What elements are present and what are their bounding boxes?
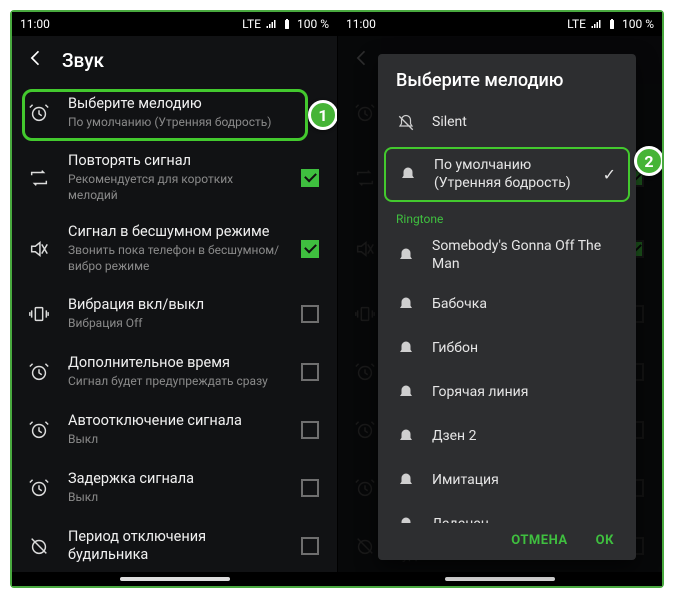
cancel-button[interactable]: ОТМЕНА (511, 533, 567, 548)
ringtone-item-3[interactable]: Горячая линия (378, 371, 636, 415)
bell-icon (398, 166, 418, 184)
mute-icon (24, 238, 54, 260)
checkbox[interactable] (301, 363, 319, 381)
status-battery: 100 % (297, 17, 329, 31)
settings-row-0[interactable]: Выберите мелодию По умолчанию (Утренняя б… (12, 84, 337, 142)
nav-bar (12, 572, 337, 586)
settings-row-6[interactable]: Задержка сигнала Выкл (12, 459, 337, 517)
settings-row-7[interactable]: Период отключения будильника (12, 517, 337, 575)
alarm-icon (24, 361, 54, 383)
status-bar: 11:00 LTE 100 % (12, 12, 337, 36)
bell-icon (396, 428, 416, 446)
bell-icon (396, 472, 416, 490)
ringtone-label: Горячая линия (432, 384, 618, 402)
left-phone: 11:00 LTE 100 % Звук Выберите мелодию По … (12, 12, 337, 586)
ringtone-label: По умолчанию (Утренняя бодрость) (434, 157, 587, 192)
checkbox[interactable] (301, 169, 319, 187)
checkbox[interactable] (301, 537, 319, 555)
ringtone-label: Somebody's Gonna Off The Man (432, 238, 618, 273)
nav-bar (338, 572, 662, 586)
ringtone-item-5[interactable]: Имитация (378, 459, 636, 503)
checkbox[interactable] (301, 479, 319, 497)
ringtone-item-0[interactable]: Somebody's Gonna Off The Man (378, 228, 636, 283)
battery-icon (281, 18, 293, 30)
dialog-body: Silent По умолчанию (Утренняя бодрость) … (378, 101, 636, 523)
alarm-icon (24, 477, 54, 499)
ringtone-dialog: Выберите мелодию Silent По умолчанию (Ут… (378, 54, 636, 560)
bell-off-icon (396, 114, 416, 132)
title-bar: Звук (12, 36, 337, 84)
settings-row-1[interactable]: Повторять сигнал Рекомендуется для коротк… (12, 142, 337, 213)
row-subtitle: Звонить пока телефон в бесшумном/вибро р… (68, 243, 283, 274)
vibrate-icon (24, 303, 54, 325)
status-bar: 11:00 LTE 100 % (338, 12, 662, 36)
bell-icon (396, 384, 416, 402)
status-battery: 100 % (622, 17, 654, 31)
row-title: Автоотключение сигнала (68, 412, 283, 430)
row-title: Период отключения будильника (68, 528, 283, 564)
settings-row-5[interactable]: Автоотключение сигнала Выкл (12, 401, 337, 459)
settings-row-4[interactable]: Дополнительное время Сигнал будет предупр… (12, 343, 337, 401)
row-title: Задержка сигнала (68, 470, 283, 488)
row-title: Дополнительное время (68, 354, 283, 372)
checkbox[interactable] (301, 240, 319, 258)
row-subtitle: Выкл (68, 490, 283, 506)
ringtone-silent[interactable]: Silent (378, 101, 636, 145)
ringtone-label: Бабочка (432, 296, 618, 314)
row-title: Повторять сигнал (68, 152, 283, 170)
ringtone-item-1[interactable]: Бабочка (378, 283, 636, 327)
ringtone-label: Дзен 2 (432, 428, 618, 446)
alarm-icon (24, 102, 54, 124)
checkbox[interactable] (301, 421, 319, 439)
row-subtitle: Вибрация Off (68, 316, 283, 332)
dialog-actions: ОТМЕНА ОК (378, 523, 636, 560)
bell-icon (396, 247, 416, 265)
status-net: LTE (567, 17, 586, 31)
ringtone-label: Silent (432, 114, 618, 132)
ringtone-item-6[interactable]: Леденец (378, 503, 636, 523)
ok-button[interactable]: ОК (596, 533, 614, 548)
ringtone-default[interactable]: По умолчанию (Утренняя бодрость) ✓ (384, 147, 630, 202)
battery-icon (606, 18, 618, 30)
ringtone-label: Имитация (432, 472, 618, 490)
bell-icon (396, 516, 416, 523)
row-title: Выберите мелодию (68, 95, 283, 113)
row-title: Вибрация вкл/выкл (68, 296, 283, 314)
row-subtitle: Выкл (68, 432, 283, 448)
back-icon[interactable] (26, 48, 46, 72)
dialog-section-ringtone: Ringtone (378, 204, 636, 228)
row-subtitle: Рекомендуется для коротких мелодий (68, 172, 283, 203)
ringtone-item-2[interactable]: Гиббон (378, 327, 636, 371)
row-title: Сигнал в бесшумном режиме (68, 223, 283, 241)
settings-row-2[interactable]: Сигнал в бесшумном режиме Звонить пока те… (12, 213, 337, 284)
status-net: LTE (242, 17, 261, 31)
dialog-title: Выберите мелодию (378, 54, 636, 101)
ringtone-label: Гиббон (432, 340, 618, 358)
status-time: 11:00 (346, 17, 376, 31)
row-subtitle: Сигнал будет предупреждать сразу (68, 374, 283, 390)
row-subtitle: По умолчанию (Утренняя бодрость) (68, 115, 283, 131)
alarm-icon (24, 419, 54, 441)
ringtone-label: Леденец (432, 516, 618, 523)
noalarm-icon (24, 535, 54, 557)
page-title: Звук (62, 49, 104, 72)
settings-list: Выберите мелодию По умолчанию (Утренняя б… (12, 84, 337, 586)
signal-icon (265, 18, 277, 30)
bell-icon (396, 296, 416, 314)
settings-row-3[interactable]: Вибрация вкл/выкл Вибрация Off (12, 285, 337, 343)
right-phone: 11:00 LTE 100 % Выберите мелодию По умолч… (337, 12, 662, 586)
checkbox[interactable] (301, 305, 319, 323)
signal-icon (590, 18, 602, 30)
repeat-icon (24, 167, 54, 189)
status-time: 11:00 (20, 17, 50, 31)
ringtone-item-4[interactable]: Дзен 2 (378, 415, 636, 459)
bell-icon (396, 340, 416, 358)
check-icon: ✓ (603, 165, 616, 184)
